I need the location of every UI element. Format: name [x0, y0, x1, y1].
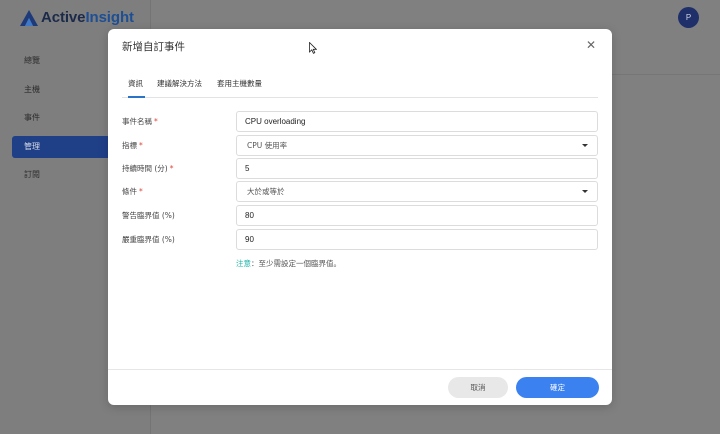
- condition-label: 條件 *: [122, 187, 143, 196]
- add-custom-event-dialog: 新增自訂事件 ✕ 資訊 建議解決方法 套用主機數量 事件名稱 * CPU over…: [108, 29, 612, 405]
- condition-row: 條件 * 大於或等於: [122, 181, 598, 202]
- event-name-label: 事件名稱 *: [122, 117, 158, 126]
- duration-label: 持續時間 (分) *: [122, 164, 174, 173]
- logo-icon: [20, 9, 38, 26]
- tab-info[interactable]: 資訊: [128, 78, 145, 98]
- warning-threshold-label: 警告臨界值 (%): [122, 211, 175, 220]
- mouse-cursor-icon: [309, 42, 317, 54]
- chevron-down-icon: [582, 190, 588, 193]
- event-name-input[interactable]: CPU overloading: [236, 111, 598, 132]
- chevron-down-icon: [582, 144, 588, 147]
- dialog-tabs: 資訊 建議解決方法 套用主機數量: [122, 78, 598, 98]
- critical-threshold-input[interactable]: 90: [236, 229, 598, 250]
- threshold-note: 注意：至少需設定一個臨界值。: [236, 259, 341, 268]
- duration-row: 持續時間 (分) * 5: [122, 158, 598, 179]
- confirm-button[interactable]: 確定: [516, 377, 599, 398]
- tab-applied-hosts[interactable]: 套用主機數量: [217, 78, 262, 98]
- warning-threshold-row: 警告臨界值 (%) 80: [122, 205, 598, 226]
- tab-suggested-solutions[interactable]: 建議解決方法: [157, 78, 202, 98]
- duration-input[interactable]: 5: [236, 158, 598, 179]
- dialog-title: 新增自訂事件: [122, 41, 185, 53]
- logo[interactable]: ActiveInsight: [20, 9, 134, 26]
- event-name-row: 事件名稱 * CPU overloading: [122, 111, 598, 132]
- metric-row: 指標 * CPU 使用率: [122, 135, 598, 156]
- metric-label: 指標 *: [122, 141, 143, 150]
- warning-threshold-input[interactable]: 80: [236, 205, 598, 226]
- avatar[interactable]: P: [678, 7, 699, 28]
- close-icon[interactable]: ✕: [586, 39, 596, 51]
- metric-select[interactable]: CPU 使用率: [236, 135, 598, 156]
- critical-threshold-row: 嚴重臨界值 (%) 90: [122, 229, 598, 250]
- cancel-button[interactable]: 取消: [448, 377, 508, 398]
- critical-threshold-label: 嚴重臨界值 (%): [122, 235, 175, 244]
- condition-select[interactable]: 大於或等於: [236, 181, 598, 202]
- logo-text: ActiveInsight: [41, 9, 134, 26]
- footer-divider: [108, 369, 612, 370]
